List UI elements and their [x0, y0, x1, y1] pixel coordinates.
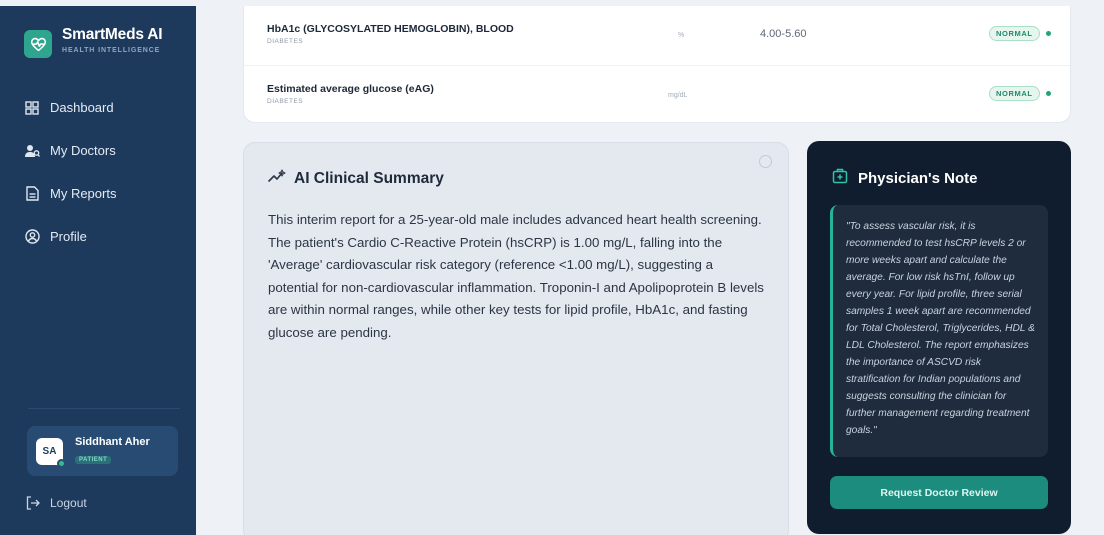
brand[interactable]: SmartMeds AI HEALTH INTELLIGENCE [24, 26, 163, 58]
user-card[interactable]: SA Siddhant Aher PATIENT [27, 426, 178, 476]
test-name: Estimated average glucose (eAG) [267, 83, 434, 95]
note-title: Physician's Note [858, 170, 978, 187]
status: NORMAL [989, 26, 1051, 41]
note-quote: "To assess vascular risk, it is recommen… [830, 205, 1048, 457]
physician-note-card: Physician's Note "To assess vascular ris… [807, 141, 1071, 534]
sidebar-item-my-reports[interactable]: My Reports [24, 172, 116, 215]
reference-range: 4.00-5.60 [760, 28, 807, 40]
sidebar-item-label: My Reports [50, 186, 117, 201]
brand-subtitle: HEALTH INTELLIGENCE [62, 47, 161, 54]
status-badge: NORMAL [989, 26, 1040, 41]
logout-label: Logout [50, 496, 87, 510]
note-text: "To assess vascular risk, it is recommen… [846, 221, 1035, 436]
sidebar-divider [28, 408, 180, 409]
summary-text: This interim report for a 25-year-old ma… [268, 212, 764, 340]
user-name: Siddhant Aher [75, 436, 150, 448]
sidebar-item-my-doctors[interactable]: My Doctors [24, 129, 116, 172]
sidebar-nav: Dashboard My Doctors My Reports Profile [24, 86, 116, 258]
online-status-dot [57, 458, 66, 468]
table-row[interactable]: Estimated average glucose (eAG) DIABETES… [244, 65, 1070, 115]
heartbeat-logo-icon [24, 30, 52, 58]
avatar-initials: SA [42, 445, 57, 457]
brand-name: SmartMeds AI [62, 26, 163, 43]
reports-icon [24, 186, 40, 202]
status-dot [1045, 31, 1051, 36]
sidebar: SmartMeds AI HEALTH INTELLIGENCE Dashboa… [0, 6, 196, 535]
status-dot [1045, 91, 1051, 96]
test-name: HbA1c (GLYCOSYLATED HEMOGLOBIN), BLOOD [267, 23, 514, 35]
user-role-badge: PATIENT [75, 456, 112, 464]
logout-icon [26, 496, 40, 510]
sparkle-trend-icon [268, 169, 286, 188]
test-category: DIABETES [267, 38, 304, 45]
table-row[interactable]: HbA1c (GLYCOSYLATED HEMOGLOBIN), BLOOD D… [244, 6, 1070, 56]
request-doctor-review-button[interactable]: Request Doctor Review [830, 476, 1048, 509]
sidebar-item-label: Profile [50, 229, 87, 244]
test-unit: mg/dL [668, 92, 688, 99]
sidebar-item-label: Dashboard [50, 100, 114, 115]
avatar: SA [36, 437, 66, 468]
status-badge: NORMAL [989, 86, 1040, 101]
info-icon[interactable] [759, 155, 772, 168]
doctors-icon [24, 143, 40, 159]
sidebar-item-profile[interactable]: Profile [24, 215, 116, 258]
profile-icon [24, 229, 40, 245]
test-results-card: HbA1c (GLYCOSYLATED HEMOGLOBIN), BLOOD D… [243, 6, 1071, 123]
summary-title: AI Clinical Summary [294, 169, 444, 187]
test-unit: % [678, 32, 685, 39]
ai-summary-card: AI Clinical Summary This interim report … [243, 142, 789, 535]
sidebar-item-label: My Doctors [50, 143, 116, 158]
sidebar-item-dashboard[interactable]: Dashboard [24, 86, 116, 129]
logout-button[interactable]: Logout [26, 496, 87, 510]
dashboard-icon [24, 100, 40, 116]
test-category: DIABETES [267, 98, 304, 105]
status: NORMAL [989, 86, 1051, 101]
medical-kit-icon [832, 168, 848, 189]
